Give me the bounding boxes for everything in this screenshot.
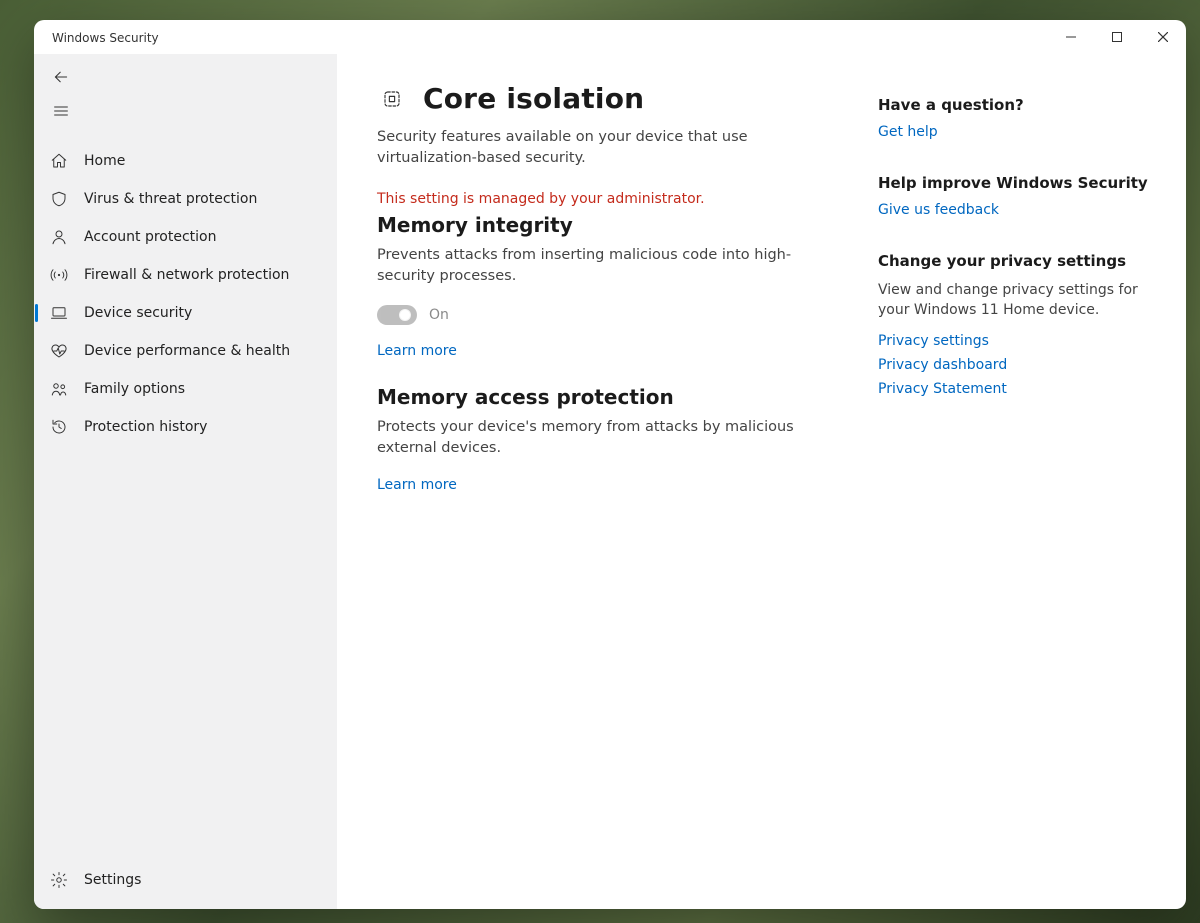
sidebar-item-label: Device performance & health: [84, 343, 290, 359]
sidebar-item-protection-history[interactable]: Protection history: [34, 408, 337, 446]
back-arrow-icon: [52, 68, 70, 86]
sidebar-item-label: Device security: [84, 305, 192, 321]
page-subtitle: Security features available on your devi…: [377, 127, 828, 169]
history-icon: [48, 416, 70, 438]
sidebar-item-family-options[interactable]: Family options: [34, 370, 337, 408]
memory-access-section: Memory access protection Protects your d…: [377, 385, 828, 493]
home-icon: [48, 150, 70, 172]
memory-access-heading: Memory access protection: [377, 385, 828, 409]
sidebar-item-settings[interactable]: Settings: [34, 861, 337, 899]
sidebar-item-label: Virus & threat protection: [84, 191, 257, 207]
minimize-icon: [1066, 32, 1076, 42]
sidebar-item-label: Firewall & network protection: [84, 267, 289, 283]
aside-question-heading: Have a question?: [878, 96, 1158, 114]
close-button[interactable]: [1140, 20, 1186, 54]
sidebar-item-label: Account protection: [84, 229, 217, 245]
window-controls: [1048, 20, 1186, 54]
sidebar-item-account-protection[interactable]: Account protection: [34, 218, 337, 256]
antenna-icon: [48, 264, 70, 286]
minimize-button[interactable]: [1048, 20, 1094, 54]
aside-question-group: Have a question? Get help: [878, 96, 1158, 140]
aside-privacy-group: Change your privacy settings View and ch…: [878, 252, 1158, 397]
sidebar-item-home[interactable]: Home: [34, 142, 337, 180]
sidebar-item-label: Family options: [84, 381, 185, 397]
memory-access-learn-more-link[interactable]: Learn more: [377, 477, 457, 493]
maximize-button[interactable]: [1094, 20, 1140, 54]
page-header: Core isolation: [377, 82, 828, 115]
sidebar-item-label: Settings: [84, 872, 141, 888]
family-icon: [48, 378, 70, 400]
memory-integrity-toggle-row: On: [377, 305, 828, 325]
sidebar-bottom: Settings: [34, 861, 337, 909]
sidebar-item-label: Home: [84, 153, 125, 169]
chip-icon: [377, 84, 407, 114]
sidebar-item-performance-health[interactable]: Device performance & health: [34, 332, 337, 370]
get-help-link[interactable]: Get help: [878, 124, 1158, 140]
sidebar-top: [34, 54, 337, 136]
main-column: Core isolation Security features availab…: [337, 54, 868, 909]
memory-integrity-toggle-label: On: [429, 307, 449, 323]
memory-access-desc: Protects your device's memory from attac…: [377, 417, 828, 459]
sidebar: Home Virus & threat protection Account p…: [34, 54, 337, 909]
privacy-statement-link[interactable]: Privacy Statement: [878, 381, 1158, 397]
admin-managed-notice: This setting is managed by your administ…: [377, 191, 828, 207]
memory-integrity-heading: Memory integrity: [377, 213, 828, 237]
titlebar: Windows Security: [34, 20, 1186, 54]
sidebar-item-device-security[interactable]: Device security: [34, 294, 337, 332]
maximize-icon: [1112, 32, 1122, 42]
privacy-dashboard-link[interactable]: Privacy dashboard: [878, 357, 1158, 373]
hamburger-icon: [52, 102, 70, 120]
close-icon: [1158, 32, 1168, 42]
window-body: Home Virus & threat protection Account p…: [34, 54, 1186, 909]
window-title: Windows Security: [52, 29, 159, 45]
memory-integrity-desc: Prevents attacks from inserting maliciou…: [377, 245, 828, 287]
app-window: Windows Security: [34, 20, 1186, 909]
content: Core isolation Security features availab…: [337, 54, 1186, 909]
aside-privacy-desc: View and change privacy settings for you…: [878, 280, 1158, 321]
person-icon: [48, 226, 70, 248]
shield-icon: [48, 188, 70, 210]
privacy-settings-link[interactable]: Privacy settings: [878, 333, 1158, 349]
page-title: Core isolation: [423, 82, 644, 115]
back-button[interactable]: [34, 60, 337, 94]
toggle-knob: [399, 309, 411, 321]
laptop-icon: [48, 302, 70, 324]
memory-integrity-learn-more-link[interactable]: Learn more: [377, 343, 457, 359]
hamburger-button[interactable]: [34, 94, 337, 128]
sidebar-item-virus-threat[interactable]: Virus & threat protection: [34, 180, 337, 218]
aside-column: Have a question? Get help Help improve W…: [868, 54, 1186, 909]
sidebar-nav: Home Virus & threat protection Account p…: [34, 136, 337, 861]
aside-improve-heading: Help improve Windows Security: [878, 174, 1158, 192]
memory-integrity-toggle: [377, 305, 417, 325]
aside-improve-group: Help improve Windows Security Give us fe…: [878, 174, 1158, 218]
give-feedback-link[interactable]: Give us feedback: [878, 202, 1158, 218]
gear-icon: [48, 869, 70, 891]
sidebar-item-label: Protection history: [84, 419, 207, 435]
aside-privacy-heading: Change your privacy settings: [878, 252, 1158, 270]
sidebar-item-firewall[interactable]: Firewall & network protection: [34, 256, 337, 294]
memory-integrity-section: This setting is managed by your administ…: [377, 191, 828, 359]
heart-rate-icon: [48, 340, 70, 362]
